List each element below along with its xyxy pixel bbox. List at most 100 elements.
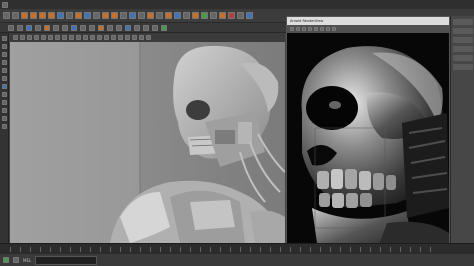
select-tool-icon[interactable]	[1, 36, 7, 41]
shelf-tool-17[interactable]	[147, 12, 154, 19]
shelf-tool-22[interactable]	[192, 12, 199, 19]
vp-tool-9[interactable]	[69, 35, 74, 40]
key-icon[interactable]	[13, 257, 19, 263]
playback-icon[interactable]	[3, 257, 9, 263]
render-tool-3[interactable]	[302, 27, 306, 31]
vp-tool-17[interactable]	[125, 35, 130, 40]
shelf-tool-4[interactable]	[30, 12, 37, 19]
shelf-tool-26[interactable]	[228, 12, 235, 19]
vp-tool-16[interactable]	[118, 35, 123, 40]
vp-tool-5[interactable]	[41, 35, 46, 40]
shelf-tool-7[interactable]	[57, 12, 64, 19]
attr-row[interactable]	[453, 28, 473, 34]
vp-tool-10[interactable]	[76, 35, 81, 40]
status-tool-16[interactable]	[143, 24, 149, 31]
render-tool-4[interactable]	[308, 27, 312, 31]
shelf-tool-18[interactable]	[156, 12, 163, 19]
shelf-tool-24[interactable]	[210, 12, 217, 19]
vp-tool-11[interactable]	[83, 35, 88, 40]
render-tool-7[interactable]	[326, 27, 330, 31]
render-view-window[interactable]: Arnold RenderView	[286, 16, 450, 252]
vp-tool-20[interactable]	[146, 35, 151, 40]
status-tool-13[interactable]	[116, 24, 122, 31]
attr-row[interactable]	[453, 64, 473, 70]
status-tool-3[interactable]	[26, 24, 32, 31]
attr-row[interactable]	[453, 55, 473, 61]
shelf-tool-2[interactable]	[12, 12, 19, 19]
vp-tool-14[interactable]	[104, 35, 109, 40]
move-tool-icon[interactable]	[1, 60, 7, 65]
render-tool-8[interactable]	[332, 27, 336, 31]
render-tool-6[interactable]	[320, 27, 324, 31]
status-tool-1[interactable]	[8, 24, 14, 31]
shelf-tool-10[interactable]	[84, 12, 91, 19]
shelf-tool-3[interactable]	[21, 12, 28, 19]
shelf-tool-27[interactable]	[237, 12, 244, 19]
vp-tool-7[interactable]	[55, 35, 60, 40]
shelf-tool-16[interactable]	[138, 12, 145, 19]
shelf-tool-23[interactable]	[201, 12, 208, 19]
status-tool-4[interactable]	[35, 24, 41, 31]
layout-icon-6[interactable]	[1, 124, 7, 129]
lasso-tool-icon[interactable]	[1, 44, 7, 49]
shelf-tool-28[interactable]	[246, 12, 253, 19]
render-tool-2[interactable]	[296, 27, 300, 31]
status-tool-8[interactable]	[71, 24, 77, 31]
shelf-tool-9[interactable]	[75, 12, 82, 19]
rotate-tool-icon[interactable]	[1, 68, 7, 73]
shelf-tool-15[interactable]	[129, 12, 136, 19]
vp-tool-13[interactable]	[97, 35, 102, 40]
attr-row[interactable]	[453, 19, 473, 25]
render-tool-1[interactable]	[290, 27, 294, 31]
shelf-tool-25[interactable]	[219, 12, 226, 19]
paint-select-icon[interactable]	[1, 52, 7, 57]
layout-icon-4[interactable]	[1, 108, 7, 113]
status-tool-10[interactable]	[89, 24, 95, 31]
attr-row[interactable]	[453, 46, 473, 52]
shelf-tool-8[interactable]	[66, 12, 73, 19]
layout-icon-5[interactable]	[1, 116, 7, 121]
status-tool-7[interactable]	[62, 24, 68, 31]
vp-tool-4[interactable]	[34, 35, 39, 40]
status-tool-12[interactable]	[107, 24, 113, 31]
scale-tool-icon[interactable]	[1, 76, 7, 81]
render-view-toolbar	[287, 25, 449, 33]
shelf-tool-19[interactable]	[165, 12, 172, 19]
vp-tool-18[interactable]	[132, 35, 137, 40]
vp-tool-19[interactable]	[139, 35, 144, 40]
render-view-title: Arnold RenderView	[290, 19, 324, 23]
status-tool-18[interactable]	[161, 24, 167, 31]
vp-tool-6[interactable]	[48, 35, 53, 40]
vp-tool-1[interactable]	[13, 35, 18, 40]
shelf-tool-20[interactable]	[174, 12, 181, 19]
status-tool-6[interactable]	[53, 24, 59, 31]
shelf-tool-11[interactable]	[93, 12, 100, 19]
status-tool-2[interactable]	[17, 24, 23, 31]
shelf-tool-13[interactable]	[111, 12, 118, 19]
shelf-tool-6[interactable]	[48, 12, 55, 19]
shelf-tool-21[interactable]	[183, 12, 190, 19]
shelf-tool-12[interactable]	[102, 12, 109, 19]
vp-tool-2[interactable]	[20, 35, 25, 40]
vp-tool-12[interactable]	[90, 35, 95, 40]
vp-tool-3[interactable]	[27, 35, 32, 40]
modeling-viewport[interactable]	[10, 33, 285, 243]
shelf-tool-14[interactable]	[120, 12, 127, 19]
status-tool-17[interactable]	[152, 24, 158, 31]
layout-icon-1[interactable]	[1, 84, 7, 89]
vp-tool-15[interactable]	[111, 35, 116, 40]
render-tool-5[interactable]	[314, 27, 318, 31]
status-tool-5[interactable]	[44, 24, 50, 31]
layout-icon-2[interactable]	[1, 92, 7, 97]
shelf-tool-1[interactable]	[3, 12, 10, 19]
status-tool-15[interactable]	[134, 24, 140, 31]
layout-icon-3[interactable]	[1, 100, 7, 105]
status-tool-11[interactable]	[98, 24, 104, 31]
attribute-editor-panel	[450, 16, 474, 252]
status-tool-14[interactable]	[125, 24, 131, 31]
attr-row[interactable]	[453, 37, 473, 43]
mel-command-input[interactable]	[35, 255, 98, 265]
status-tool-9[interactable]	[80, 24, 86, 31]
shelf-tool-5[interactable]	[39, 12, 46, 19]
vp-tool-8[interactable]	[62, 35, 67, 40]
